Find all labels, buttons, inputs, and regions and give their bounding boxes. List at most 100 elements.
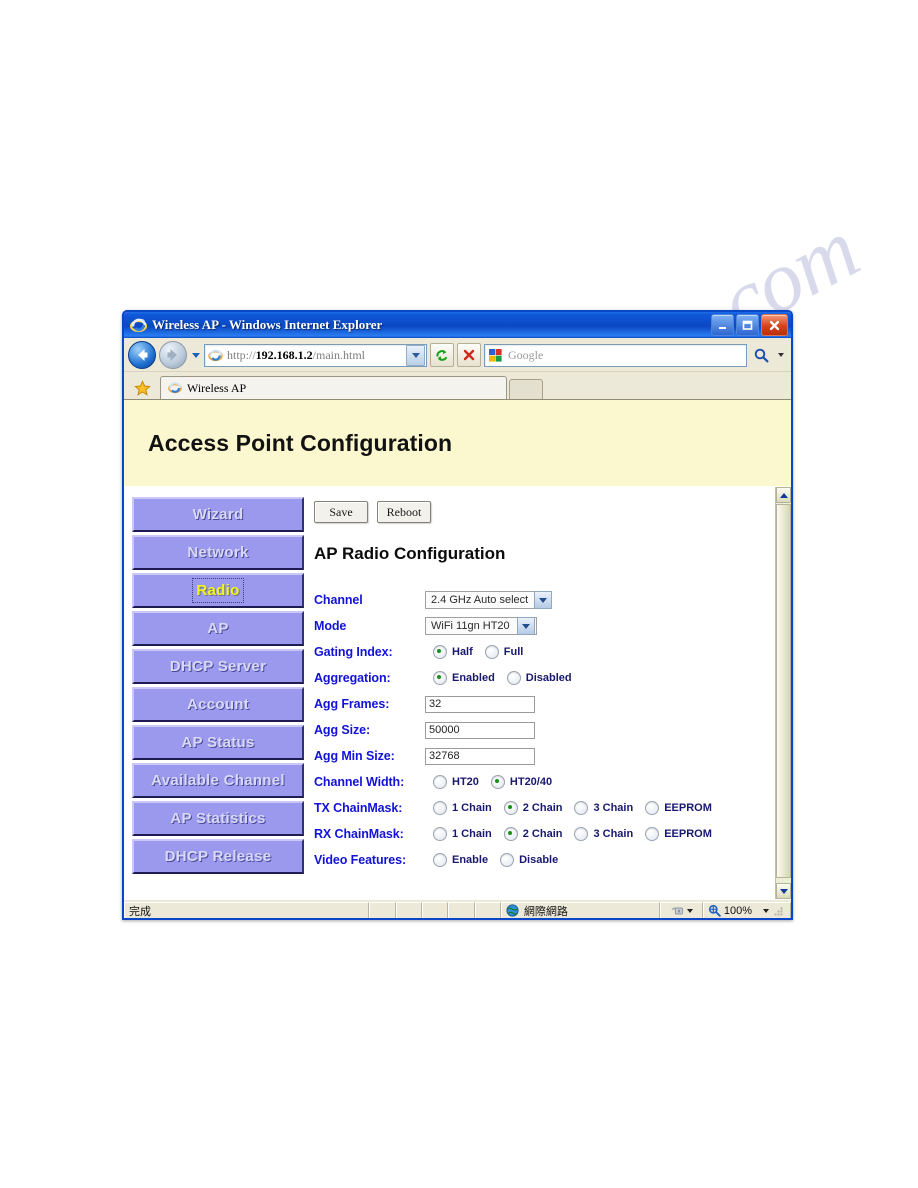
radio-icon[interactable] <box>433 801 447 815</box>
radio-icon[interactable] <box>490 775 505 789</box>
search-box[interactable]: Google <box>484 343 747 367</box>
radio-icon[interactable] <box>574 827 589 841</box>
radio-icon[interactable] <box>433 853 447 867</box>
radio-icon[interactable] <box>433 775 447 789</box>
address-bar[interactable]: http://192.168.1.2/main.html <box>204 343 427 367</box>
field-row-agg-size: Agg Size: <box>314 718 791 742</box>
radio-label: EEPROM <box>664 828 712 840</box>
vertical-scrollbar[interactable] <box>775 487 791 899</box>
forward-button[interactable] <box>159 341 187 369</box>
title-bar: Wireless AP - Windows Internet Explorer <box>124 312 791 338</box>
minimize-button[interactable] <box>711 314 734 336</box>
page-body: Wizard Network Radio AP DHCP Server Acco… <box>124 487 791 899</box>
status-spacer <box>448 902 475 918</box>
radio-icon[interactable] <box>574 801 589 815</box>
radio-channel-width-ht20[interactable]: HT20 <box>433 775 479 789</box>
sidebar-item-label: Account <box>186 696 250 713</box>
sidebar-item-ap-status[interactable]: AP Status <box>132 725 304 760</box>
radio-label: Enable <box>452 854 489 866</box>
form-heading: AP Radio Configuration <box>314 544 506 563</box>
status-bar: 完成 網際網路 100% <box>124 899 791 919</box>
search-input[interactable]: Google <box>508 348 543 363</box>
radio-icon[interactable] <box>500 853 515 867</box>
new-tab-button[interactable] <box>509 379 543 399</box>
reboot-button[interactable]: Reboot <box>377 501 431 523</box>
sidebar-menu: Wizard Network Radio AP DHCP Server Acco… <box>124 487 306 899</box>
radio-tx-eeprom[interactable]: EEPROM <box>645 801 712 815</box>
radio-icon[interactable] <box>484 645 499 659</box>
security-zone-label: 網際網路 <box>523 905 568 918</box>
sidebar-item-ap[interactable]: AP <box>132 611 304 646</box>
chevron-down-icon[interactable] <box>687 908 694 913</box>
radio-rx-eeprom[interactable]: EEPROM <box>645 827 712 841</box>
radio-icon[interactable] <box>503 801 518 815</box>
search-dropdown-icon[interactable] <box>775 344 787 366</box>
recent-pages-dropdown[interactable] <box>190 342 201 368</box>
chevron-down-icon[interactable] <box>763 908 769 913</box>
lock-icon <box>670 903 684 919</box>
save-button[interactable]: Save <box>314 501 368 523</box>
sidebar-item-radio[interactable]: Radio <box>132 573 304 608</box>
maximize-button[interactable] <box>736 314 759 336</box>
sidebar-item-dhcp-server[interactable]: DHCP Server <box>132 649 304 684</box>
radio-rx-3-chain[interactable]: 3 Chain <box>574 827 633 841</box>
channel-select[interactable]: 2.4 GHz Auto select <box>425 591 553 609</box>
agg-min-size-input[interactable] <box>425 747 535 765</box>
back-button[interactable] <box>128 341 156 369</box>
radio-channel-width-ht2040[interactable]: HT20/40 <box>490 775 552 789</box>
protected-mode-indicator[interactable] <box>660 902 703 919</box>
agg-frames-input[interactable] <box>425 695 535 713</box>
radio-aggregation-disabled[interactable]: Disabled <box>506 671 572 685</box>
sidebar-item-network[interactable]: Network <box>132 535 304 570</box>
radio-icon[interactable] <box>433 645 447 659</box>
zoom-control[interactable]: 100% <box>702 902 791 918</box>
sidebar-item-account[interactable]: Account <box>132 687 304 722</box>
radio-rx-1-chain[interactable]: 1 Chain <box>433 827 492 841</box>
radio-gating-index-full[interactable]: Full <box>484 645 523 659</box>
field-label-agg-min-size: Agg Min Size: <box>314 749 395 763</box>
radio-aggregation-enabled[interactable]: Enabled <box>433 671 495 685</box>
field-row-mode: Mode WiFi 11gn HT20 <box>314 614 791 638</box>
radio-label: Enabled <box>452 672 495 684</box>
search-go-icon[interactable] <box>750 344 772 366</box>
radio-gating-index-half[interactable]: Half <box>433 645 473 659</box>
stop-button[interactable] <box>457 343 481 367</box>
radio-label: Disable <box>519 854 559 866</box>
radio-video-enable[interactable]: Enable <box>433 853 488 867</box>
resize-grip-icon[interactable] <box>772 905 784 917</box>
agg-size-input[interactable] <box>425 721 535 739</box>
scroll-down-button[interactable] <box>776 883 791 899</box>
chevron-down-icon <box>517 617 535 635</box>
radio-label: Disabled <box>525 672 572 684</box>
radio-icon[interactable] <box>433 671 447 685</box>
scrollbar-thumb[interactable] <box>776 504 791 878</box>
close-button[interactable] <box>761 314 788 336</box>
radio-icon[interactable] <box>433 827 447 841</box>
field-row-tx-chainmask: TX ChainMask: 1 Chain 2 Chain 3 Chain EE… <box>314 796 791 820</box>
radio-rx-2-chain[interactable]: 2 Chain <box>503 827 562 841</box>
radio-icon[interactable] <box>645 827 660 841</box>
scroll-up-button[interactable] <box>776 487 791 503</box>
sidebar-item-dhcp-release[interactable]: DHCP Release <box>132 839 304 874</box>
radio-icon[interactable] <box>506 671 521 685</box>
radio-tx-3-chain[interactable]: 3 Chain <box>574 801 633 815</box>
favorites-star-icon[interactable] <box>129 377 156 399</box>
tab-wireless-ap[interactable]: Wireless AP <box>160 376 507 399</box>
page-banner: Access Point Configuration <box>124 400 791 487</box>
sidebar-item-wizard[interactable]: Wizard <box>132 497 304 532</box>
globe-icon <box>506 904 519 917</box>
radio-icon[interactable] <box>503 827 518 841</box>
radio-video-disable[interactable]: Disable <box>500 853 558 867</box>
field-row-video-features: Video Features: Enable Disable <box>314 848 791 872</box>
mode-select[interactable]: WiFi 11gn HT20 <box>425 617 537 635</box>
internet-explorer-icon <box>129 317 148 334</box>
address-dropdown-icon[interactable] <box>406 344 425 366</box>
sidebar-item-ap-statistics[interactable]: AP Statistics <box>132 801 304 836</box>
refresh-button[interactable] <box>430 343 454 367</box>
security-zone[interactable]: 網際網路 <box>500 902 661 918</box>
sidebar-item-available-channel[interactable]: Available Channel <box>132 763 304 798</box>
radio-tx-1-chain[interactable]: 1 Chain <box>433 801 492 815</box>
sidebar-item-label: Wizard <box>192 506 244 523</box>
radio-icon[interactable] <box>645 801 660 815</box>
radio-tx-2-chain[interactable]: 2 Chain <box>503 801 562 815</box>
